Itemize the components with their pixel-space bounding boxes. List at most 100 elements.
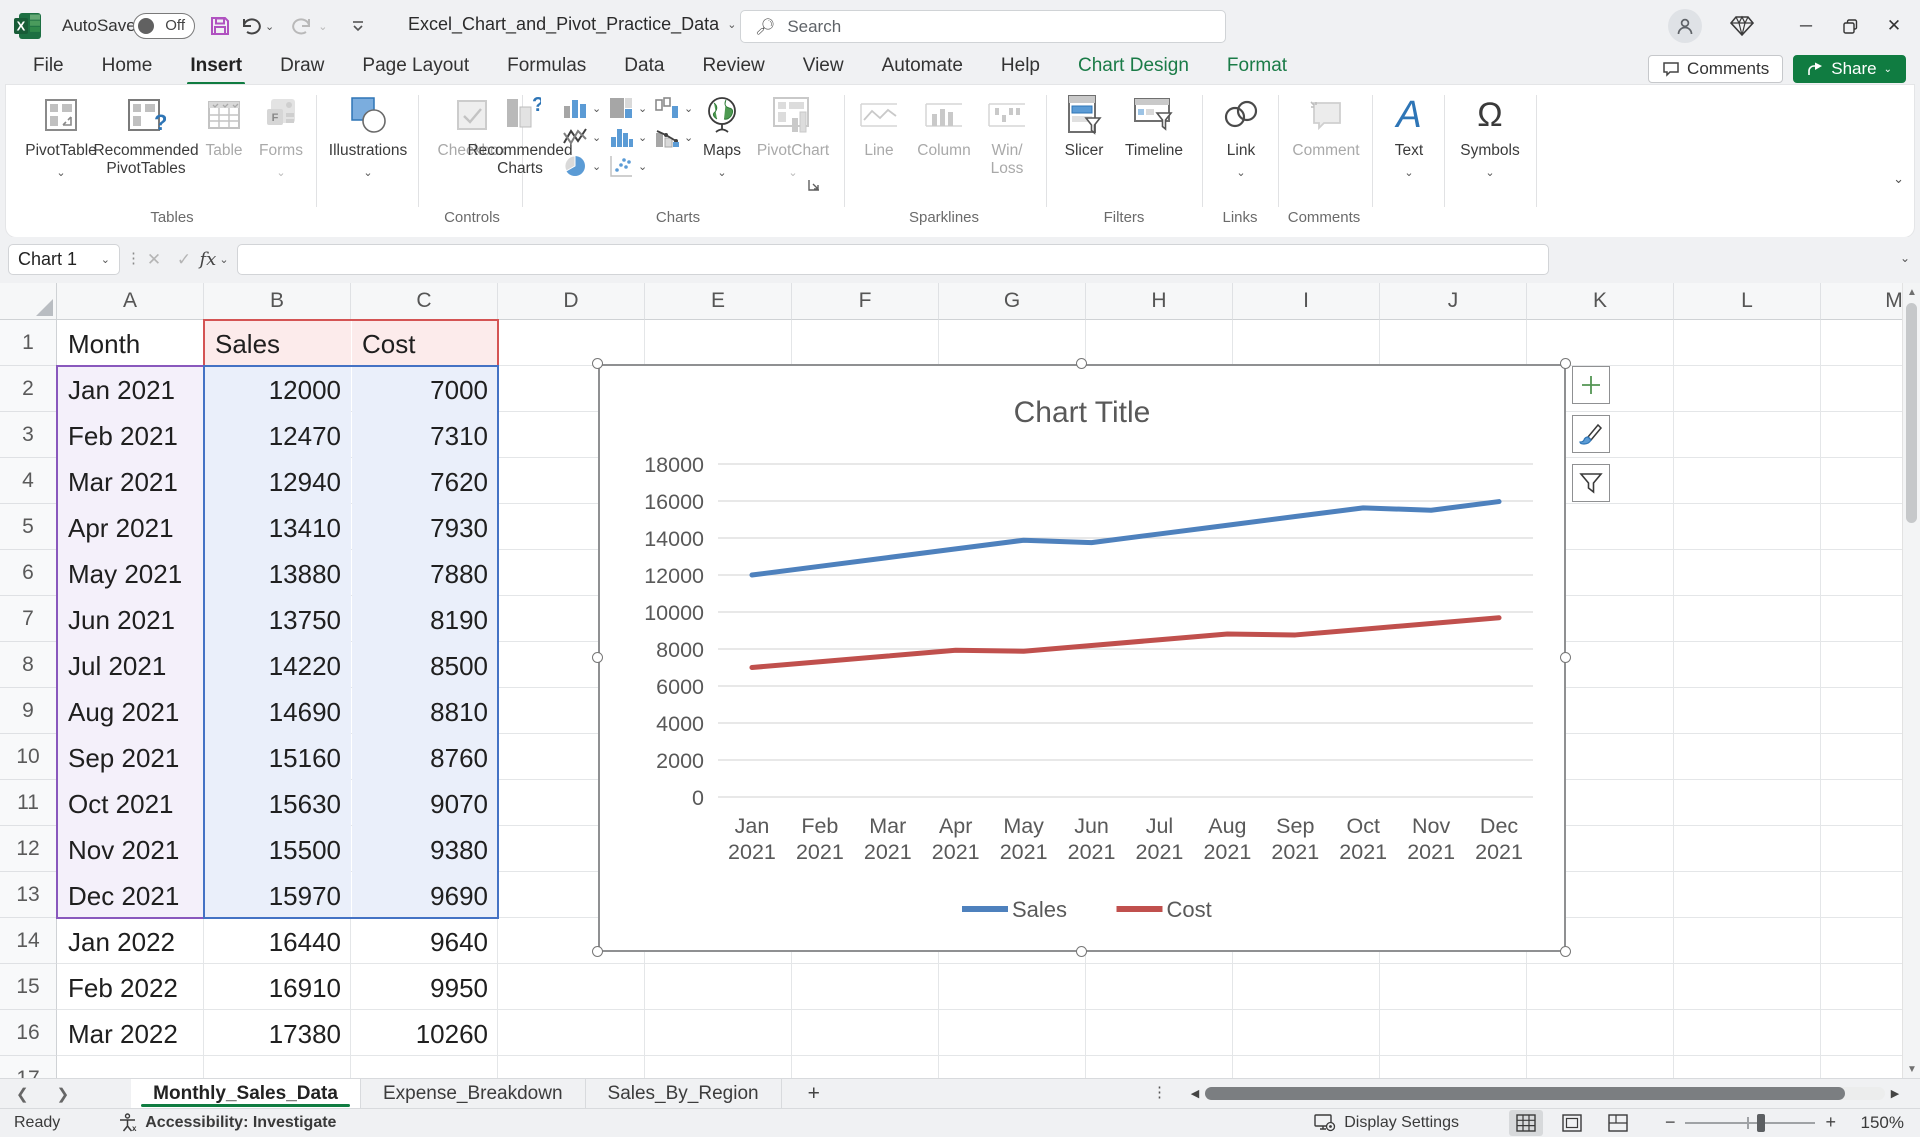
cell-B9[interactable]: 14690 <box>205 689 351 735</box>
expand-formula-bar-chevron[interactable]: ⌄ <box>1900 251 1910 265</box>
cell-A3[interactable]: Feb 2021 <box>58 413 204 459</box>
accessibility-status[interactable]: x Accessibility: Investigate <box>118 1113 336 1132</box>
sheet-tab-expense_breakdown[interactable]: Expense_Breakdown <box>361 1079 586 1108</box>
ribbon-tab-insert[interactable]: Insert <box>171 51 261 85</box>
cell-C16[interactable]: 10260 <box>352 1011 498 1057</box>
illustrations-button[interactable]: Illustrations ⌄ <box>326 93 410 182</box>
row-header-4[interactable]: 4 <box>0 458 57 504</box>
row-header-15[interactable]: 15 <box>0 964 57 1010</box>
sheet-tab-monthly_sales_data[interactable]: Monthly_Sales_Data <box>131 1079 361 1108</box>
series-line-cost[interactable] <box>752 618 1499 668</box>
column-header-F[interactable]: F <box>792 283 939 320</box>
horizontal-scroll-thumb[interactable] <box>1205 1087 1845 1100</box>
cell-C12[interactable]: 9380 <box>352 827 498 873</box>
premium-gem-icon[interactable] <box>1730 15 1754 37</box>
chart-elements-button[interactable] <box>1572 366 1610 404</box>
cell-A9[interactable]: Aug 2021 <box>58 689 204 735</box>
restore-button[interactable] <box>1828 6 1872 46</box>
search-input[interactable]: 🔍︎ Search <box>740 10 1226 43</box>
row-header-6[interactable]: 6 <box>0 550 57 596</box>
cell-B11[interactable]: 15630 <box>205 781 351 827</box>
cell-B13[interactable]: 15970 <box>205 873 351 919</box>
insert-line-chart-button[interactable]: ⌄ <box>562 123 608 151</box>
cell-B5[interactable]: 13410 <box>205 505 351 551</box>
column-header-H[interactable]: H <box>1086 283 1233 320</box>
select-all-corner[interactable] <box>0 283 57 320</box>
maps-button[interactable]: Maps ⌄ <box>694 93 750 182</box>
autosave-toggle[interactable]: Off <box>133 13 195 39</box>
cell-A16[interactable]: Mar 2022 <box>58 1011 204 1057</box>
cell-C15[interactable]: 9950 <box>352 965 498 1011</box>
charts-dialog-launcher-icon[interactable] <box>806 177 822 193</box>
cell-B14[interactable]: 16440 <box>205 919 351 965</box>
chart-object[interactable]: Chart Title02000400060008000100001200014… <box>598 364 1566 952</box>
sheet-nav-right-arrow[interactable]: ❯ <box>57 1085 70 1103</box>
close-button[interactable]: ✕ <box>1872 6 1916 46</box>
ribbon-tab-view[interactable]: View <box>784 51 863 85</box>
zoom-slider-thumb[interactable] <box>1757 1114 1765 1132</box>
ribbon-tab-file[interactable]: File <box>14 51 83 85</box>
cell-A15[interactable]: Feb 2022 <box>58 965 204 1011</box>
insert-column-chart-button[interactable]: ⌄ <box>562 94 608 122</box>
insert-hierarchy-chart-button[interactable]: ⌄ <box>608 94 654 122</box>
customize-qat-button[interactable] <box>343 11 373 41</box>
chart-styles-button[interactable] <box>1572 415 1610 453</box>
insert-statistic-chart-button[interactable]: ⌄ <box>608 123 654 151</box>
formula-input[interactable] <box>237 244 1549 275</box>
zoom-out-button[interactable]: − <box>1655 1112 1686 1133</box>
name-box[interactable]: Chart 1 ⌄ <box>8 244 120 275</box>
cell-B7[interactable]: 13750 <box>205 597 351 643</box>
ribbon-tab-format[interactable]: Format <box>1208 51 1306 85</box>
share-button[interactable]: Share ⌄ <box>1793 55 1906 83</box>
cell-B16[interactable]: 17380 <box>205 1011 351 1057</box>
chart-resize-handle[interactable] <box>1560 946 1571 957</box>
vertical-scrollbar[interactable]: ▲ ▼ <box>1902 283 1920 1078</box>
column-header-E[interactable]: E <box>645 283 792 320</box>
row-header-12[interactable]: 12 <box>0 826 57 872</box>
cell-A13[interactable]: Dec 2021 <box>58 873 204 919</box>
collapse-ribbon-chevron[interactable]: ⌄ <box>1893 171 1904 187</box>
chart-resize-handle[interactable] <box>1560 358 1571 369</box>
row-header-8[interactable]: 8 <box>0 642 57 688</box>
chart-resize-handle[interactable] <box>1076 946 1087 957</box>
cell-A14[interactable]: Jan 2022 <box>58 919 204 965</box>
row-header-9[interactable]: 9 <box>0 688 57 734</box>
cell-C2[interactable]: 7000 <box>352 367 498 413</box>
chart-resize-handle[interactable] <box>1560 652 1571 663</box>
cell-C9[interactable]: 8810 <box>352 689 498 735</box>
chart-resize-handle[interactable] <box>1076 358 1087 369</box>
ribbon-tab-review[interactable]: Review <box>683 51 783 85</box>
ribbon-tab-data[interactable]: Data <box>605 51 683 85</box>
column-header-L[interactable]: L <box>1674 283 1821 320</box>
new-sheet-button[interactable]: + <box>782 1079 846 1108</box>
chart-filters-button[interactable] <box>1572 464 1610 502</box>
row-header-14[interactable]: 14 <box>0 918 57 964</box>
chart-resize-handle[interactable] <box>592 652 603 663</box>
hscroll-left-arrow[interactable]: ◀ <box>1185 1087 1205 1100</box>
recommended-pivottables-button[interactable]: ? Recommended PivotTables <box>98 93 194 178</box>
cell-B4[interactable]: 12940 <box>205 459 351 505</box>
normal-view-button[interactable] <box>1509 1110 1543 1136</box>
column-header-J[interactable]: J <box>1380 283 1527 320</box>
row-header-16[interactable]: 16 <box>0 1010 57 1056</box>
cell-A2[interactable]: Jan 2021 <box>58 367 204 413</box>
cell-A8[interactable]: Jul 2021 <box>58 643 204 689</box>
ribbon-tab-chart-design[interactable]: Chart Design <box>1059 51 1208 85</box>
zoom-slider[interactable] <box>1685 1122 1815 1124</box>
cell-A12[interactable]: Nov 2021 <box>58 827 204 873</box>
page-layout-view-button[interactable] <box>1555 1110 1589 1136</box>
horizontal-scrollbar[interactable] <box>1205 1087 1885 1100</box>
scroll-down-arrow[interactable]: ▼ <box>1903 1060 1920 1078</box>
ribbon-tab-formulas[interactable]: Formulas <box>488 51 605 85</box>
page-break-view-button[interactable] <box>1601 1110 1635 1136</box>
row-header-7[interactable]: 7 <box>0 596 57 642</box>
cell-A6[interactable]: May 2021 <box>58 551 204 597</box>
cell-C8[interactable]: 8500 <box>352 643 498 689</box>
comments-button[interactable]: Comments <box>1648 55 1783 83</box>
cell-B2[interactable]: 12000 <box>205 367 351 413</box>
zoom-percentage[interactable]: 150% <box>1846 1113 1920 1133</box>
cell-A11[interactable]: Oct 2021 <box>58 781 204 827</box>
display-settings-button[interactable]: Display Settings <box>1314 1114 1459 1132</box>
chart-resize-handle[interactable] <box>592 358 603 369</box>
ribbon-tab-page-layout[interactable]: Page Layout <box>343 51 488 85</box>
